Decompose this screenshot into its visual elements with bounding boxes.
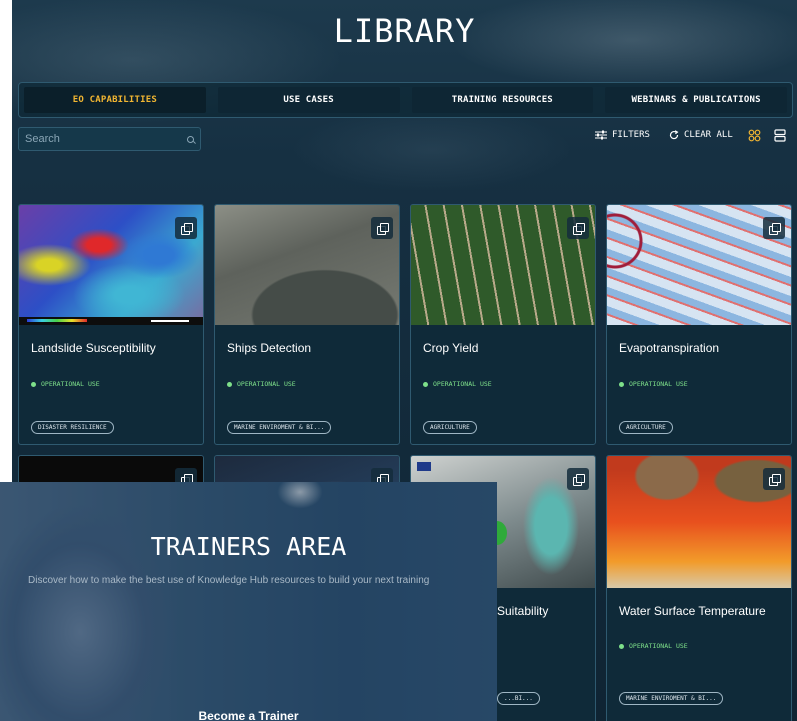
scale-bar <box>151 320 189 322</box>
category-tag[interactable]: AGRICULTURE <box>619 421 673 434</box>
status-dot-icon <box>227 381 232 387</box>
page-title: LIBRARY <box>333 12 476 50</box>
card-title: Crop Yield <box>423 341 479 355</box>
tab-training-resources[interactable]: TRAINING RESOURCES <box>411 87 594 113</box>
search-input[interactable] <box>25 133 175 145</box>
card-evapotranspiration[interactable]: Evapotranspiration OPERATIONAL USE AGRIC… <box>606 204 792 445</box>
status-dot-icon <box>619 381 624 387</box>
legend-colorbar <box>27 319 87 322</box>
copy-button[interactable] <box>371 217 393 239</box>
status-badge: OPERATIONAL USE <box>227 380 296 388</box>
trainers-title: TRAINERS AREA <box>150 532 347 561</box>
copy-button[interactable] <box>763 468 785 490</box>
trainers-subtitle: Discover how to make the best use of Kno… <box>28 575 430 586</box>
copy-icon <box>181 223 193 235</box>
tab-webinars-publications[interactable]: WEBINARS & PUBLICATIONS <box>605 87 787 113</box>
card-thumbnail <box>215 205 399 325</box>
category-tabs: EO CAPABILITIES USE CASES TRAINING RESOU… <box>18 82 793 118</box>
become-trainer-link[interactable]: Become a Trainer <box>0 709 497 721</box>
copy-icon <box>769 223 781 235</box>
tab-eo-capabilities[interactable]: EO CAPABILITIES <box>24 87 206 113</box>
status-dot-icon <box>423 381 428 387</box>
status-label: OPERATIONAL USE <box>41 380 100 388</box>
status-label: OPERATIONAL USE <box>629 380 688 388</box>
search-icon[interactable] <box>187 135 194 143</box>
grid-view-icon[interactable] <box>748 129 761 142</box>
list-view-icon[interactable] <box>774 129 786 142</box>
refresh-icon <box>669 130 679 140</box>
search-box <box>18 127 201 151</box>
status-badge: OPERATIONAL USE <box>31 380 100 388</box>
sliders-icon <box>595 130 607 140</box>
card-title: Suitability <box>497 604 549 618</box>
status-badge: OPERATIONAL USE <box>423 380 492 388</box>
filters-button[interactable]: FILTERS <box>595 130 650 140</box>
copy-icon <box>573 474 585 486</box>
trainers-area: TRAINERS AREA Discover how to make the b… <box>0 482 497 721</box>
clear-all-button[interactable]: CLEAR ALL <box>669 130 733 140</box>
status-badge: OPERATIONAL USE <box>619 642 688 650</box>
status-dot-icon <box>619 643 624 649</box>
status-dot-icon <box>31 381 36 387</box>
copy-button[interactable] <box>567 217 589 239</box>
card-thumbnail <box>411 205 595 325</box>
card-landslide-susceptibility[interactable]: Landslide Susceptibility OPERATIONAL USE… <box>18 204 204 445</box>
status-label: OPERATIONAL USE <box>237 380 296 388</box>
clear-all-label: CLEAR ALL <box>684 130 733 140</box>
copy-icon <box>377 223 389 235</box>
status-badge: OPERATIONAL USE <box>619 380 688 388</box>
category-tag[interactable]: DISASTER RESILIENCE <box>31 421 114 434</box>
copy-icon <box>769 474 781 486</box>
tab-use-cases[interactable]: USE CASES <box>217 87 400 113</box>
card-thumbnail <box>19 205 203 325</box>
eu-flag-icon <box>417 462 431 471</box>
card-crop-yield[interactable]: Crop Yield OPERATIONAL USE AGRICULTURE <box>410 204 596 445</box>
card-thumbnail <box>607 205 791 325</box>
copy-button[interactable] <box>567 468 589 490</box>
copy-button[interactable] <box>175 217 197 239</box>
card-water-surface-temperature[interactable]: Water Surface Temperature OPERATIONAL US… <box>606 455 792 721</box>
copy-button[interactable] <box>763 217 785 239</box>
filters-label: FILTERS <box>612 130 650 140</box>
card-title: Landslide Susceptibility <box>31 341 156 355</box>
copy-icon <box>573 223 585 235</box>
category-tag[interactable]: ...BI... <box>497 692 540 705</box>
card-title: Evapotranspiration <box>619 341 720 355</box>
card-title: Water Surface Temperature <box>619 604 766 618</box>
status-label: OPERATIONAL USE <box>629 642 688 650</box>
category-tag[interactable]: AGRICULTURE <box>423 421 477 434</box>
card-title: Ships Detection <box>227 341 312 355</box>
category-tag[interactable]: MARINE ENVIROMENT & BI... <box>619 692 724 705</box>
card-thumbnail <box>607 456 791 588</box>
category-tag[interactable]: MARINE ENVIROMENT & BI... <box>227 421 332 434</box>
card-ships-detection[interactable]: Ships Detection OPERATIONAL USE MARINE E… <box>214 204 400 445</box>
status-label: OPERATIONAL USE <box>433 380 492 388</box>
